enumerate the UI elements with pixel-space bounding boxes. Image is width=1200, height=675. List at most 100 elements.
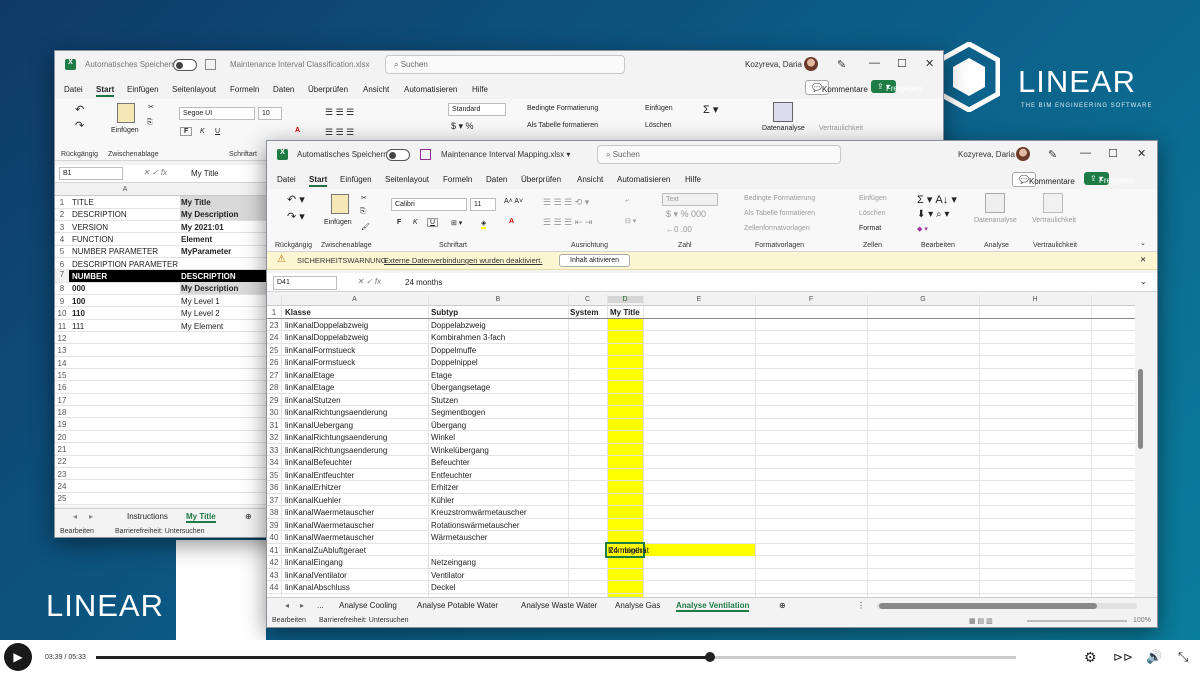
font-color-icon[interactable]: A: [295, 127, 300, 134]
warning-text[interactable]: Externe Datenverbindungen wurden deaktiv…: [384, 256, 542, 265]
formula-input[interactable]: 24 months: [405, 278, 442, 287]
table-row[interactable]: 36 linKanalErhitzer Erhitzer: [267, 481, 1145, 494]
table-row[interactable]: 39 linKanalWaermetauscher Rotationswärmeta…: [267, 519, 1145, 531]
cell-styles[interactable]: Zellenformatvorlagen: [744, 225, 810, 232]
menu-start[interactable]: Start: [96, 85, 115, 97]
bold-button[interactable]: F: [397, 219, 401, 226]
filename[interactable]: Maintenance Interval Classification.xlsx: [230, 60, 370, 69]
menu-ansicht[interactable]: Ansicht: [363, 85, 389, 94]
paste-icon[interactable]: [117, 103, 135, 123]
redo-icon[interactable]: ↷: [75, 119, 84, 132]
clear-icon[interactable]: ◆ ▾: [917, 225, 928, 233]
format-cells[interactable]: Format: [859, 225, 881, 232]
progress-knob[interactable]: [704, 652, 715, 662]
pen-icon[interactable]: ✎: [837, 58, 846, 71]
avatar[interactable]: [1016, 147, 1030, 161]
name-box[interactable]: B1: [59, 167, 123, 180]
close-icon[interactable]: ✕: [1137, 147, 1146, 160]
table-row[interactable]: 35 linKanalEntfeuchter Entfeuchter: [267, 469, 1145, 481]
tab-analyse-cooling[interactable]: Analyse Cooling: [339, 601, 397, 610]
align-left-icon[interactable]: ☰ ☰ ☰ ⇤ ⇥: [543, 217, 592, 228]
menu-seitenlayout[interactable]: Seitenlayout: [172, 85, 216, 94]
menu-hilfe[interactable]: Hilfe: [685, 175, 701, 184]
analyse-icon[interactable]: [773, 102, 793, 122]
tab-next-icon[interactable]: ▸: [89, 512, 93, 521]
sum-icon[interactable]: Σ ▾: [703, 103, 718, 116]
fill-color-icon[interactable]: ◈: [481, 219, 487, 229]
bold-button[interactable]: F: [180, 127, 193, 136]
tab-prev-icon[interactable]: ◂: [285, 601, 289, 610]
cut-icon[interactable]: ✂: [148, 103, 154, 111]
size-select[interactable]: 11: [470, 198, 496, 211]
comments-button[interactable]: 💬 Kommentare: [805, 80, 868, 95]
maximize-icon[interactable]: ☐: [897, 57, 907, 70]
delete-cells[interactable]: Löschen: [645, 122, 671, 129]
menu-seitenlayout[interactable]: Seitenlayout: [385, 175, 429, 184]
speed-icon[interactable]: ⊳⊳: [1113, 650, 1133, 664]
comments-button[interactable]: 💬 Kommentare: [1012, 172, 1075, 187]
table-row[interactable]: 37 linKanalKuehler Kühler: [267, 494, 1145, 506]
italic-button[interactable]: K: [413, 219, 418, 226]
border-icon[interactable]: ⊞ ▾: [451, 219, 462, 227]
more-tabs-icon[interactable]: ⋮: [857, 601, 865, 610]
decimal-icon[interactable]: ←0 .00: [666, 225, 692, 234]
add-sheet-icon[interactable]: ⊕: [779, 601, 786, 610]
volume-icon[interactable]: 🔊: [1146, 649, 1162, 665]
settings-icon[interactable]: ⚙: [1084, 649, 1097, 666]
cut-icon[interactable]: ✂: [361, 194, 367, 202]
menu-ueberpruefen[interactable]: Überprüfen: [521, 175, 561, 184]
wrap-icon[interactable]: ⤶: [625, 197, 629, 205]
minimize-icon[interactable]: —: [1080, 147, 1091, 159]
insert-cells[interactable]: Einfügen: [645, 105, 673, 112]
col-h[interactable]: H: [979, 296, 1091, 303]
save-icon[interactable]: [205, 59, 216, 70]
merge-icon[interactable]: ⊟ ▾: [625, 217, 636, 225]
col-a[interactable]: A: [281, 296, 428, 303]
menu-formeln[interactable]: Formeln: [230, 85, 259, 94]
font-select[interactable]: Calibri: [391, 198, 467, 211]
close-icon[interactable]: ✕: [925, 57, 934, 70]
table-row[interactable]: 38 linKanalWaermetauscher Kreuzstromwärmet…: [267, 506, 1145, 519]
grow-font-icon[interactable]: A˄ A˅: [504, 198, 523, 205]
save-icon[interactable]: [420, 149, 431, 160]
scroll-thumb[interactable]: [1138, 369, 1143, 449]
analyse-icon[interactable]: [985, 193, 1005, 213]
number-format-select[interactable]: Text: [662, 193, 718, 206]
tab-next-icon[interactable]: ▸: [300, 601, 304, 610]
view-icons[interactable]: ▦ ▤ ▥: [969, 617, 993, 625]
menu-ansicht[interactable]: Ansicht: [577, 175, 603, 184]
accessibility-status[interactable]: Barrierefreiheit: Untersuchen: [115, 528, 205, 535]
table-row[interactable]: 23 linKanalDoppelabzweig Doppelabzweig: [267, 319, 1145, 331]
accessibility-status[interactable]: Barrierefreiheit: Untersuchen: [319, 617, 409, 624]
col-d[interactable]: D: [607, 296, 643, 303]
paste-label[interactable]: Einfügen: [111, 127, 139, 134]
menu-daten[interactable]: Daten: [273, 85, 294, 94]
italic-button[interactable]: K: [200, 128, 205, 135]
insert-cells[interactable]: Einfügen: [859, 195, 887, 202]
sum-icon[interactable]: Σ ▾ A↓ ▾: [917, 193, 957, 206]
vertical-scrollbar[interactable]: [1135, 295, 1145, 597]
undo-icon[interactable]: ↶ ▾: [287, 193, 305, 206]
table-row[interactable]: 40 linKanalWaermetauscher Wärmetauscher: [267, 531, 1145, 544]
analyse-label[interactable]: Datenanalyse: [762, 125, 805, 132]
table-row[interactable]: 27 linKanalEtage Etage: [267, 369, 1145, 381]
col-f[interactable]: F: [755, 296, 867, 303]
menu-datei[interactable]: Datei: [64, 85, 83, 94]
as-table[interactable]: Als Tabelle formatieren: [527, 122, 598, 129]
number-format-select[interactable]: Standard: [448, 103, 506, 116]
name-box[interactable]: D41: [273, 276, 337, 290]
pen-icon[interactable]: ✎: [1048, 148, 1057, 161]
avatar[interactable]: [804, 57, 818, 71]
underline-button[interactable]: U: [427, 218, 439, 227]
zoom-slider[interactable]: [1027, 620, 1127, 622]
enable-content-button[interactable]: Inhalt aktivieren: [559, 254, 631, 267]
add-sheet-icon[interactable]: ⊕: [245, 512, 252, 521]
menu-formeln[interactable]: Formeln: [443, 175, 472, 184]
tab-instructions[interactable]: Instructions: [127, 512, 168, 521]
fill-icon[interactable]: ⬇ ▾ ⌕ ▾: [917, 209, 949, 220]
horizontal-scrollbar[interactable]: [877, 603, 1137, 609]
table-row[interactable]: 29 linKanalStutzen Stutzen: [267, 394, 1145, 406]
tab-analyse-waste-water[interactable]: Analyse Waste Water: [521, 601, 597, 610]
copy-icon[interactable]: ⎘: [360, 208, 366, 216]
align-icon[interactable]: ☰ ☰ ☰: [325, 107, 354, 118]
